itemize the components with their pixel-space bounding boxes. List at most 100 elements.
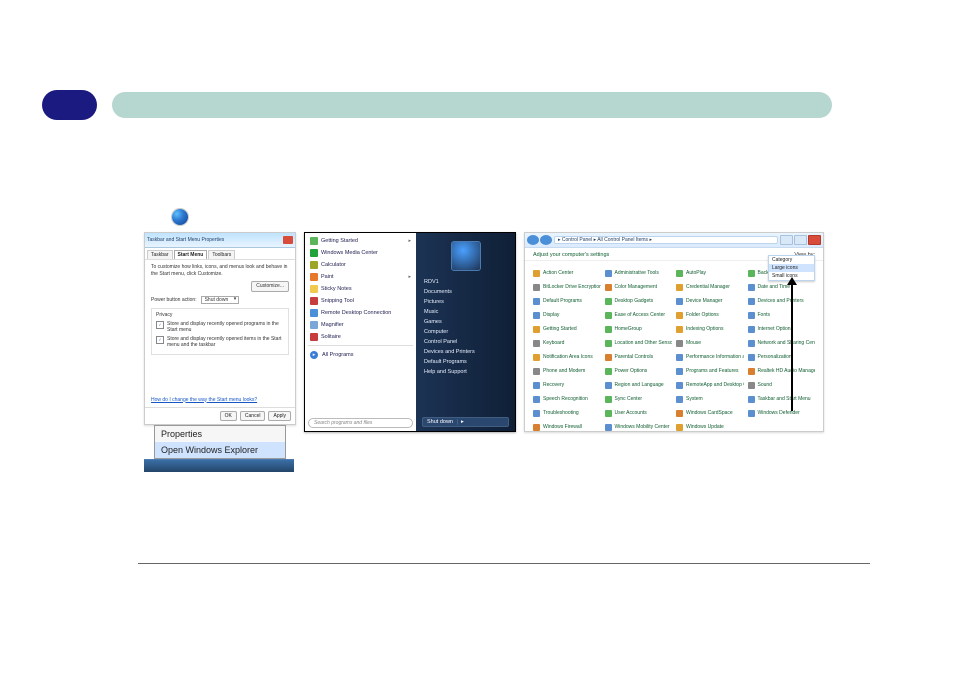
- control-panel-item[interactable]: Recovery: [533, 379, 601, 391]
- control-panel-item[interactable]: Phone and Modem: [533, 365, 601, 377]
- control-panel-item[interactable]: Windows Mobility Center: [605, 421, 673, 431]
- control-panel-item[interactable]: Network and Sharing Center: [748, 337, 816, 349]
- start-menu-item[interactable]: Solitaire: [308, 332, 413, 342]
- control-panel-item[interactable]: Credential Manager: [676, 281, 744, 293]
- control-panel-item[interactable]: Indexing Options: [676, 323, 744, 335]
- control-panel-item[interactable]: Color Management: [605, 281, 673, 293]
- program-label: Getting Started: [321, 238, 358, 244]
- user-avatar[interactable]: [451, 241, 481, 271]
- cancel-button[interactable]: Cancel: [240, 411, 266, 421]
- start-right-item[interactable]: RDV1: [422, 279, 509, 285]
- control-panel-item[interactable]: Keyboard: [533, 337, 601, 349]
- control-panel-item[interactable]: Windows Defender: [748, 407, 816, 419]
- control-panel-item[interactable]: Programs and Features: [676, 365, 744, 377]
- cp-item-label: Network and Sharing Center: [758, 340, 816, 346]
- dialog-titlebar[interactable]: Taskbar and Start Menu Properties: [145, 233, 295, 248]
- start-menu-item[interactable]: Getting Started ▸: [308, 236, 413, 246]
- control-panel-item[interactable]: Action Center: [533, 267, 601, 279]
- control-panel-item[interactable]: Fonts: [748, 309, 816, 321]
- start-menu-item[interactable]: Sticky Notes: [308, 284, 413, 294]
- view-option-large[interactable]: Large icons: [769, 264, 814, 272]
- start-right-item[interactable]: Help and Support: [422, 369, 509, 375]
- start-right-item[interactable]: Documents: [422, 289, 509, 295]
- start-menu-item[interactable]: Windows Media Center: [308, 248, 413, 258]
- context-properties[interactable]: Properties: [155, 426, 285, 442]
- start-menu-item[interactable]: Snipping Tool: [308, 296, 413, 306]
- control-panel-item[interactable]: Sound: [748, 379, 816, 391]
- control-panel-item[interactable]: Region and Language: [605, 379, 673, 391]
- shutdown-options-arrow-icon[interactable]: ▸: [457, 419, 464, 425]
- control-panel-item[interactable]: Display: [533, 309, 601, 321]
- control-panel-item[interactable]: Speech Recognition: [533, 393, 601, 405]
- minimize-button[interactable]: [780, 235, 793, 245]
- control-panel-item[interactable]: Windows Update: [676, 421, 744, 431]
- customize-button[interactable]: Customize...: [251, 281, 289, 292]
- view-option-category[interactable]: Category: [769, 256, 814, 264]
- start-search-input[interactable]: Search programs and files: [308, 418, 413, 428]
- control-panel-item[interactable]: Device Manager: [676, 295, 744, 307]
- address-bar[interactable]: ▸ Control Panel ▸ All Control Panel Item…: [554, 236, 778, 244]
- control-panel-item[interactable]: BitLocker Drive Encryption: [533, 281, 601, 293]
- help-link[interactable]: How do I change the way the Start menu l…: [151, 397, 289, 404]
- start-right-item[interactable]: Pictures: [422, 299, 509, 305]
- control-panel-item[interactable]: User Accounts: [605, 407, 673, 419]
- close-button[interactable]: [808, 235, 821, 245]
- privacy-checkbox-1[interactable]: ✓ Store and display recently opened prog…: [156, 321, 284, 334]
- control-panel-item[interactable]: Devices and Printers: [748, 295, 816, 307]
- control-panel-item[interactable]: Internet Options: [748, 323, 816, 335]
- control-panel-item[interactable]: HomeGroup: [605, 323, 673, 335]
- start-right-item[interactable]: Default Programs: [422, 359, 509, 365]
- control-panel-item[interactable]: Personalization: [748, 351, 816, 363]
- shutdown-button[interactable]: Shut down ▸: [422, 417, 509, 427]
- privacy-checkbox-2[interactable]: ✓ Store and display recently opened item…: [156, 336, 284, 349]
- cp-item-label: Ease of Access Center: [615, 312, 666, 318]
- program-icon: [310, 249, 318, 257]
- back-button[interactable]: [527, 235, 539, 245]
- control-panel-item[interactable]: Default Programs: [533, 295, 601, 307]
- submenu-arrow-icon: ▸: [408, 238, 411, 244]
- control-panel-item[interactable]: Mouse: [676, 337, 744, 349]
- control-panel-item[interactable]: Taskbar and Start Menu: [748, 393, 816, 405]
- forward-button[interactable]: [540, 235, 552, 245]
- control-panel-item[interactable]: Desktop Gadgets: [605, 295, 673, 307]
- maximize-button[interactable]: [794, 235, 807, 245]
- control-panel-item[interactable]: Location and Other Sensors: [605, 337, 673, 349]
- power-button-select[interactable]: Shut down: [201, 296, 240, 305]
- control-panel-item[interactable]: Date and Time: [748, 281, 816, 293]
- start-menu-item[interactable]: Magnifier: [308, 320, 413, 330]
- start-right-item[interactable]: Devices and Printers: [422, 349, 509, 355]
- control-panel-item[interactable]: Power Options: [605, 365, 673, 377]
- start-menu-right-pane: RDV1 Documents Pictures Music Games Computer C…: [416, 233, 515, 431]
- close-icon[interactable]: [283, 236, 293, 244]
- control-panel-item[interactable]: Performance Information and Tools: [676, 351, 744, 363]
- control-panel-item[interactable]: Troubleshooting: [533, 407, 601, 419]
- control-panel-item[interactable]: Administrative Tools: [605, 267, 673, 279]
- control-panel-item[interactable]: Windows CardSpace: [676, 407, 744, 419]
- control-panel-item[interactable]: Getting Started: [533, 323, 601, 335]
- cp-item-icon: [748, 354, 755, 361]
- control-panel-item[interactable]: AutoPlay: [676, 267, 744, 279]
- start-right-item[interactable]: Music: [422, 309, 509, 315]
- control-panel-item[interactable]: Folder Options: [676, 309, 744, 321]
- tab-taskbar[interactable]: Taskbar: [147, 250, 173, 259]
- tab-start-menu[interactable]: Start Menu: [174, 250, 208, 259]
- control-panel-item[interactable]: Sync Center: [605, 393, 673, 405]
- control-panel-item[interactable]: Notification Area Icons: [533, 351, 601, 363]
- start-menu-item[interactable]: Remote Desktop Connection: [308, 308, 413, 318]
- ok-button[interactable]: OK: [220, 411, 237, 421]
- tab-toolbars[interactable]: Toolbars: [208, 250, 235, 259]
- apply-button[interactable]: Apply: [268, 411, 291, 421]
- control-panel-item[interactable]: Parental Controls: [605, 351, 673, 363]
- start-right-item[interactable]: Computer: [422, 329, 509, 335]
- start-right-item[interactable]: Games: [422, 319, 509, 325]
- all-programs[interactable]: ▸ All Programs: [308, 349, 413, 361]
- start-menu-item[interactable]: Calculator: [308, 260, 413, 270]
- control-panel-item[interactable]: RemoteApp and Desktop Connections: [676, 379, 744, 391]
- control-panel-item[interactable]: Ease of Access Center: [605, 309, 673, 321]
- start-menu-item[interactable]: Paint▸: [308, 272, 413, 282]
- start-right-item[interactable]: Control Panel: [422, 339, 509, 345]
- control-panel-item[interactable]: System: [676, 393, 744, 405]
- control-panel-item[interactable]: Windows Firewall: [533, 421, 601, 431]
- control-panel-item[interactable]: Realtek HD Audio Manager: [748, 365, 816, 377]
- context-open-explorer[interactable]: Open Windows Explorer: [155, 442, 285, 458]
